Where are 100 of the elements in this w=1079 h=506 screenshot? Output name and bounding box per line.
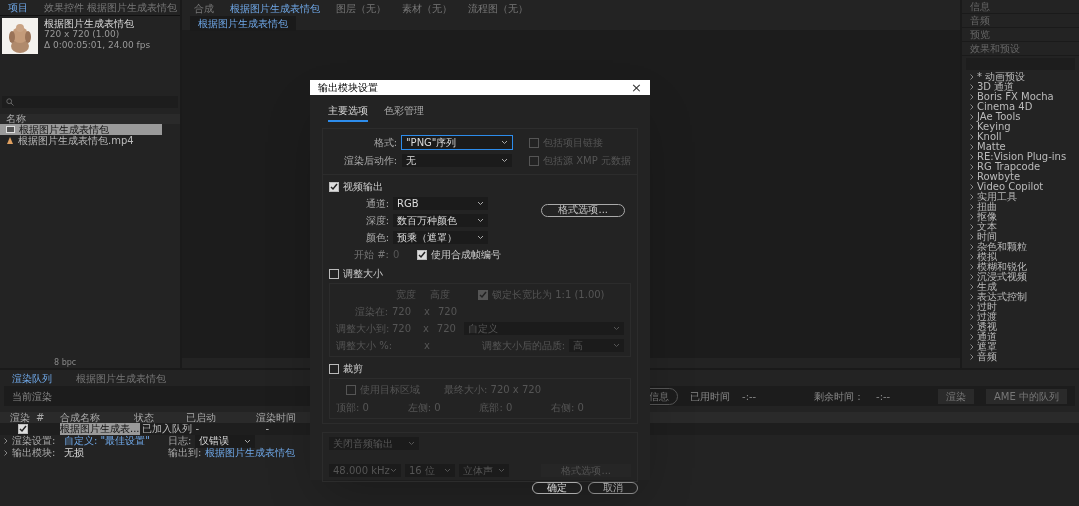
- post-render-dropdown[interactable]: 无: [402, 154, 512, 167]
- chevron-down-icon: [477, 218, 484, 223]
- field-label: 渲染后动作:: [342, 154, 397, 168]
- item-duration: Δ 0:00:05:01, 24.00 fps: [44, 40, 151, 51]
- effect-category: Boris FX Mocha: [977, 92, 1054, 102]
- dialog-title: 输出模块设置: [318, 81, 378, 95]
- dropdown[interactable]: RGB: [393, 197, 488, 210]
- checkbox[interactable]: [529, 137, 539, 148]
- traffic-cone-icon: [6, 136, 14, 145]
- chevron-down-icon: [498, 468, 505, 473]
- column-label: 渲染时间: [256, 412, 297, 423]
- panel-header[interactable]: 效果和预设: [962, 42, 1079, 56]
- bpc-label[interactable]: 8 bpc: [54, 357, 77, 369]
- queue-render-time: -: [265, 424, 271, 434]
- item-name: 根据图片生成表情包: [44, 18, 135, 29]
- search-icon: [6, 98, 14, 106]
- effect-category: 生成: [977, 282, 997, 292]
- checkbox[interactable]: [346, 384, 356, 395]
- panel-tab[interactable]: 根据图片生成表情包: [72, 370, 170, 386]
- format-dropdown[interactable]: "PNG"序列: [402, 136, 512, 149]
- checkbox[interactable]: [417, 249, 427, 260]
- effect-category: 文本: [977, 222, 997, 232]
- panel-tab[interactable]: 项目: [4, 0, 32, 15]
- checkbox[interactable]: [18, 424, 28, 434]
- checkbox-label: 使用合成帧编号: [431, 248, 501, 262]
- chevron-down-icon: [501, 158, 508, 163]
- field-label: 深度:: [364, 214, 389, 228]
- effect-category: 过时: [977, 302, 997, 312]
- checkbox-label: 调整大小: [343, 267, 383, 281]
- panel-tab[interactable]: 流程图（无）: [464, 0, 532, 16]
- output-module-label: 输出模块:: [12, 448, 57, 458]
- field-label: 格式:: [372, 136, 397, 150]
- field-label: 颜色:: [364, 231, 389, 245]
- checkbox[interactable]: [478, 289, 488, 300]
- log-label: 日志:: [168, 436, 192, 446]
- checkbox[interactable]: [529, 155, 539, 166]
- effect-category: 音频: [977, 352, 997, 362]
- remaining-label: 剩余时间：: [814, 389, 865, 404]
- queue-started: -: [195, 424, 201, 434]
- elapsed-value: -:--: [742, 389, 758, 404]
- effect-category: RE:Vision Plug-ins: [977, 152, 1067, 162]
- effect-category: 过渡: [977, 312, 997, 322]
- chevron-down-icon: [244, 438, 252, 444]
- queue-comp-name: 根据图片生成表...: [60, 423, 140, 435]
- close-button[interactable]: ×: [631, 81, 642, 94]
- effect-category: Matte: [977, 142, 1006, 152]
- effect-category: 通道: [977, 332, 997, 342]
- chevron-down-icon: [501, 140, 508, 145]
- checkbox[interactable]: [329, 363, 339, 374]
- effect-category: 遮罩: [977, 342, 997, 352]
- chevron-down-icon: [613, 343, 620, 348]
- effect-category: 模糊和锐化: [977, 262, 1027, 272]
- field-label: 开始 #:: [353, 248, 389, 262]
- effect-category: RG Trapcode: [977, 162, 1041, 172]
- panel-tab[interactable]: 素材（无）: [398, 0, 456, 16]
- effect-category: 透视: [977, 322, 997, 332]
- chevron-down-icon: [408, 441, 415, 446]
- current-render-label: 当前渲染: [12, 389, 52, 404]
- item-size: 720 x 720 (1.00): [44, 29, 121, 40]
- panel-tab[interactable]: 效果控件 根据图片生成表情包: [40, 0, 182, 15]
- effect-category: JAe Tools: [977, 112, 1021, 122]
- sample-rate-dropdown[interactable]: 48.000 kHz: [329, 464, 401, 477]
- chevron-down-icon: [477, 235, 484, 240]
- checkbox[interactable]: [329, 268, 339, 279]
- chevron-down-icon: [613, 326, 620, 331]
- panel-tab[interactable]: 根据图片生成表情包: [226, 0, 324, 16]
- effect-category: 抠像: [977, 212, 997, 222]
- chevron-down-icon: [477, 201, 484, 206]
- ame-queue-button[interactable]: AME 中的队列: [986, 388, 1067, 404]
- panel-tab[interactable]: 渲染队列: [8, 370, 56, 386]
- effect-category: 扭曲: [977, 202, 997, 212]
- dialog-tab[interactable]: 主要选项: [328, 103, 368, 122]
- column-label: 已启动: [186, 412, 217, 423]
- effect-category: Keying: [977, 122, 1011, 132]
- dropdown[interactable]: 数百万种颜色: [393, 214, 488, 227]
- column-label: #: [36, 412, 46, 423]
- project-row[interactable]: 根据图片生成表情包.mp4: [0, 135, 162, 146]
- effect-category: 沉浸式视频: [977, 272, 1027, 282]
- effect-category: Cinema 4D: [977, 102, 1033, 112]
- checkbox-label: 视频输出: [343, 180, 383, 194]
- effect-category: 时间: [977, 232, 997, 242]
- effect-category: 实用工具: [977, 192, 1017, 202]
- panel-tab[interactable]: 合成: [190, 0, 218, 16]
- composition-icon: [6, 126, 15, 133]
- project-row[interactable]: 根据图片生成表情包: [0, 124, 162, 135]
- search-field[interactable]: [2, 96, 178, 108]
- render-button[interactable]: 渲染: [938, 388, 975, 404]
- column-label: 状态: [134, 412, 154, 423]
- render-settings-label: 渲染设置:: [12, 436, 57, 446]
- effect-category: Rowbyte: [977, 172, 1021, 182]
- chevron-down-icon: [390, 468, 397, 473]
- panel-tab[interactable]: 图层（无）: [332, 0, 390, 16]
- effect-category: 表达式控制: [977, 292, 1027, 302]
- dialog-tab[interactable]: 色彩管理: [384, 103, 424, 122]
- effect-category: 模拟: [977, 252, 997, 262]
- checkbox[interactable]: [329, 181, 339, 192]
- effect-category: 3D 通道: [977, 82, 1015, 92]
- column-label: 名称: [6, 114, 26, 124]
- dropdown[interactable]: 预乘（遮罩）: [393, 231, 488, 244]
- remaining-value: -:--: [876, 389, 892, 404]
